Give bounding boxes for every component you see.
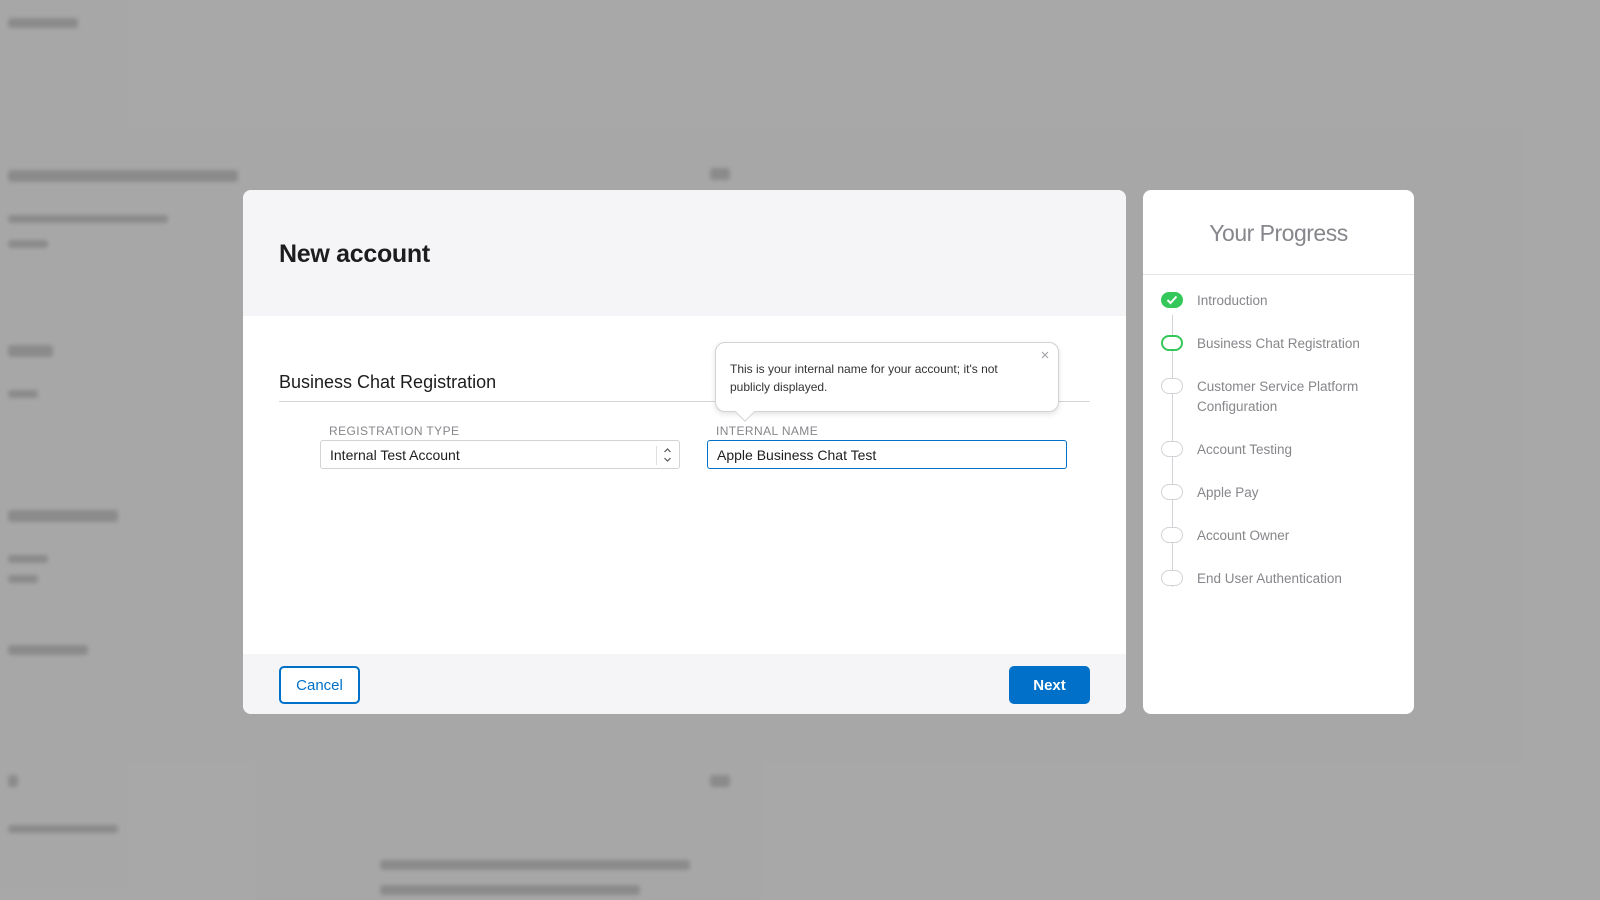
progress-step-account-owner: Account Owner xyxy=(1143,526,1414,546)
progress-step-end-user-authentication: End User Authentication xyxy=(1143,569,1414,589)
progress-title: Your Progress xyxy=(1143,190,1414,275)
step-label: Apple Pay xyxy=(1197,485,1259,500)
pending-step-icon xyxy=(1161,570,1183,586)
internal-name-label: INTERNAL NAME xyxy=(716,424,819,438)
registration-type-value: Internal Test Account xyxy=(330,447,460,463)
current-step-icon xyxy=(1161,335,1183,351)
progress-step-apple-pay: Apple Pay xyxy=(1143,483,1414,503)
registration-type-label: REGISTRATION TYPE xyxy=(329,424,460,438)
checkmark-icon xyxy=(1161,292,1183,308)
step-label: Introduction xyxy=(1197,293,1268,308)
step-label: Account Owner xyxy=(1197,528,1290,543)
section-title: Business Chat Registration xyxy=(279,372,497,392)
pending-step-icon xyxy=(1161,527,1183,543)
progress-step-business-chat-registration: Business Chat Registration xyxy=(1143,334,1414,354)
chevron-up-down-icon xyxy=(662,444,673,466)
progress-step-introduction: Introduction xyxy=(1143,291,1414,311)
step-label: Business Chat Registration xyxy=(1197,336,1360,351)
pending-step-icon xyxy=(1161,484,1183,500)
modal-body: Business Chat Registration REGISTRATION … xyxy=(243,316,1126,654)
pending-step-icon xyxy=(1161,441,1183,457)
progress-step-account-testing: Account Testing xyxy=(1143,440,1414,460)
tooltip-text: This is your internal name for your acco… xyxy=(730,362,998,394)
new-account-modal: New account Business Chat Registration R… xyxy=(243,190,1126,714)
tooltip-arrow xyxy=(735,402,755,422)
progress-steps: Introduction Business Chat Registration … xyxy=(1143,275,1414,589)
modal-title: New account xyxy=(279,240,430,268)
registration-type-select[interactable]: Internal Test Account xyxy=(320,440,680,469)
cancel-button[interactable]: Cancel xyxy=(279,666,360,704)
modal-footer: Cancel Next xyxy=(243,654,1126,714)
pending-step-icon xyxy=(1161,378,1183,394)
close-icon[interactable] xyxy=(1038,348,1052,362)
modal-header: New account xyxy=(243,190,1126,316)
select-divider xyxy=(656,446,657,465)
internal-name-tooltip: This is your internal name for your acco… xyxy=(715,342,1059,422)
next-button[interactable]: Next xyxy=(1009,666,1090,704)
internal-name-input[interactable] xyxy=(707,440,1067,469)
step-label: Customer Service Platform Configuration xyxy=(1197,379,1359,414)
step-label: End User Authentication xyxy=(1197,571,1342,586)
progress-panel: Your Progress Introduction Business Chat… xyxy=(1143,190,1414,714)
progress-step-customer-service-platform: Customer Service Platform Configuration xyxy=(1143,377,1414,417)
step-label: Account Testing xyxy=(1197,442,1293,457)
